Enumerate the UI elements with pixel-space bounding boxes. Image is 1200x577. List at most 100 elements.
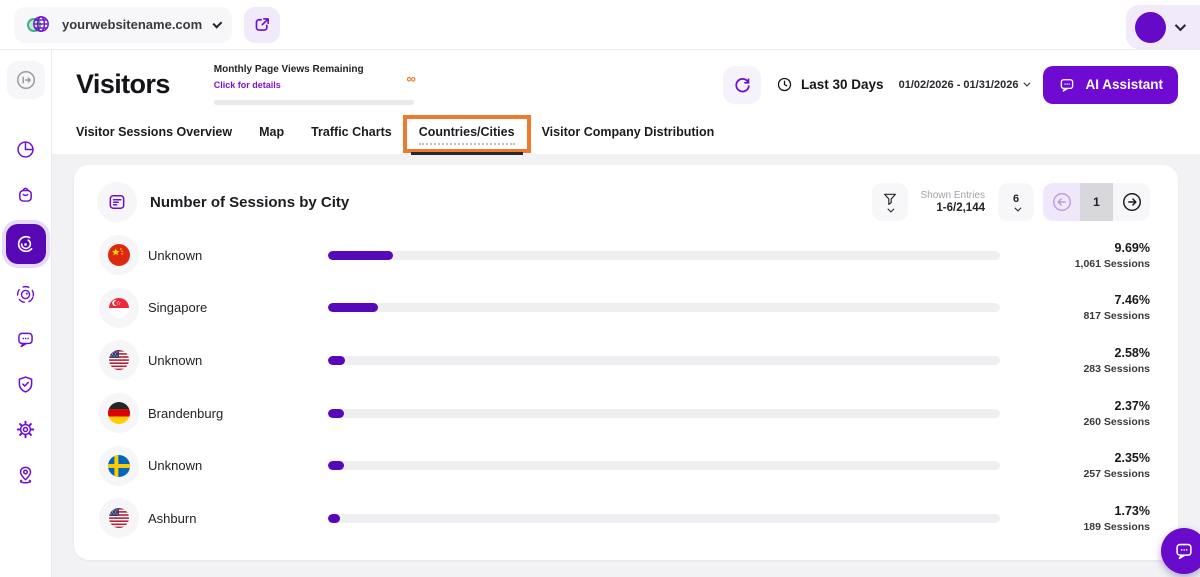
flag-sg-icon — [109, 298, 129, 318]
main-area: Number of Sessions by City Shown Entries… — [52, 154, 1200, 577]
pie-chart-icon — [15, 139, 36, 160]
sidebar-item-conversions[interactable] — [7, 175, 45, 213]
tab-map[interactable]: Map — [259, 125, 284, 154]
table-row[interactable]: Unknown 9.69% 1,061 Sessions — [97, 229, 1150, 282]
gear-icon — [15, 419, 36, 440]
card-icon-chip — [97, 182, 137, 222]
city-bar-track — [328, 461, 1000, 470]
shown-entries: Shown Entries 1-6/2,144 — [921, 190, 985, 214]
flag-cn-icon — [108, 244, 130, 266]
city-bar-fill — [328, 303, 378, 312]
sidebar-collapse-button[interactable] — [7, 61, 45, 99]
row-stats: 2.58% 283 Sessions — [1000, 346, 1150, 375]
mpv-label: Monthly Page Views Remaining — [214, 64, 426, 75]
city-label: Unknown — [148, 353, 328, 368]
city-rows: Unknown 9.69% 1,061 Sessions Singapore 7… — [97, 229, 1150, 545]
flag-chip — [99, 446, 139, 486]
city-bar-track — [328, 356, 1000, 365]
city-bar-fill — [328, 514, 340, 523]
table-row[interactable]: Singapore 7.46% 817 Sessions — [97, 282, 1150, 335]
tab-traffic-charts[interactable]: Traffic Charts — [311, 125, 392, 154]
row-percent: 2.35% — [1000, 451, 1150, 465]
next-page-button[interactable] — [1113, 183, 1150, 221]
support-chat-icon — [1173, 540, 1195, 562]
page-title: Visitors — [76, 69, 170, 100]
page-size-value: 6 — [1013, 193, 1019, 205]
flag-chip — [99, 498, 139, 538]
open-website-button[interactable] — [244, 7, 280, 43]
row-percent: 9.69% — [1000, 241, 1150, 255]
table-row[interactable]: Brandenburg 2.37% 260 Sessions — [97, 387, 1150, 440]
current-page[interactable]: 1 — [1080, 183, 1113, 221]
radar-icon — [15, 233, 37, 255]
refresh-icon — [732, 74, 753, 95]
flag-se-icon — [108, 455, 130, 477]
sidebar-item-privacy[interactable] — [7, 365, 45, 403]
date-range-value: 01/02/2026 - 01/31/2026 — [899, 79, 1019, 91]
avatar — [1135, 12, 1166, 43]
previous-page-button[interactable] — [1043, 183, 1080, 221]
collapse-sidebar-icon — [15, 69, 37, 91]
flag-chip — [99, 393, 139, 433]
row-stats: 9.69% 1,061 Sessions — [1000, 241, 1150, 270]
flag-chip — [99, 288, 139, 328]
sidebar — [0, 50, 52, 577]
chat-bubble-icon — [15, 329, 36, 350]
shown-entries-value: 1-6/2,144 — [921, 202, 985, 214]
row-sessions: 260 Sessions — [1000, 416, 1150, 428]
ai-assistant-label: AI Assistant — [1085, 77, 1163, 92]
date-range-picker[interactable]: 01/02/2026 - 01/31/2026 — [899, 79, 1029, 91]
row-sessions: 283 Sessions — [1000, 363, 1150, 375]
city-bar-track — [328, 303, 1000, 312]
date-chevron-down-icon — [1024, 80, 1031, 87]
row-percent: 2.37% — [1000, 399, 1150, 413]
flag-de-icon — [108, 402, 130, 424]
city-label: Brandenburg — [148, 406, 328, 421]
row-stats: 1.73% 189 Sessions — [1000, 504, 1150, 533]
row-sessions: 189 Sessions — [1000, 521, 1150, 533]
ai-chat-icon — [1058, 76, 1076, 94]
row-percent: 1.73% — [1000, 504, 1150, 518]
sidebar-item-feedback[interactable] — [7, 320, 45, 358]
city-bar-fill — [328, 356, 345, 365]
city-bar-track — [328, 409, 1000, 418]
website-globe-icon — [27, 14, 51, 36]
table-row[interactable]: Ashburn 1.73% 189 Sessions — [97, 492, 1150, 545]
sidebar-item-session-recordings[interactable] — [7, 275, 45, 313]
card-title: Number of Sessions by City — [150, 194, 349, 211]
support-chat-launcher[interactable] — [1161, 528, 1200, 574]
location-pin-icon — [15, 464, 36, 485]
page-size-select[interactable]: 6 — [998, 183, 1034, 221]
page-size-chevron-down-icon — [1014, 204, 1021, 211]
tab-countries-cities[interactable]: Countries/Cities — [419, 125, 515, 154]
row-sessions: 1,061 Sessions — [1000, 258, 1150, 270]
sidebar-item-settings[interactable] — [7, 410, 45, 448]
sidebar-item-location[interactable] — [7, 455, 45, 493]
filter-button[interactable] — [872, 183, 908, 221]
ai-assistant-button[interactable]: AI Assistant — [1043, 66, 1178, 104]
table-row[interactable]: Unknown 2.35% 257 Sessions — [97, 439, 1150, 492]
refresh-button[interactable] — [723, 66, 761, 104]
row-percent: 2.58% — [1000, 346, 1150, 360]
clock-icon — [776, 76, 793, 93]
table-row[interactable]: Unknown 2.58% 283 Sessions — [97, 334, 1150, 387]
row-stats: 7.46% 817 Sessions — [1000, 293, 1150, 322]
filter-funnel-icon — [882, 192, 898, 206]
external-link-icon — [253, 15, 272, 34]
date-range-preset[interactable]: Last 30 Days — [776, 76, 884, 93]
tab-visitor-company-distribution[interactable]: Visitor Company Distribution — [542, 125, 715, 154]
row-sessions: 257 Sessions — [1000, 468, 1150, 480]
account-menu[interactable] — [1126, 5, 1200, 49]
tab-visitor-sessions-overview[interactable]: Visitor Sessions Overview — [76, 125, 232, 154]
row-stats: 2.35% 257 Sessions — [1000, 451, 1150, 480]
sidebar-item-visitors[interactable] — [6, 224, 46, 264]
focus-icon — [15, 284, 36, 305]
report-icon — [107, 192, 127, 212]
row-sessions: 817 Sessions — [1000, 310, 1150, 322]
mpv-details-link[interactable]: Click for details — [214, 80, 281, 90]
sidebar-item-dashboard[interactable] — [7, 130, 45, 168]
top-bar: yourwebsitename.com — [0, 0, 1200, 50]
website-selector[interactable]: yourwebsitename.com — [14, 7, 232, 43]
shield-check-icon — [15, 374, 36, 395]
city-bar-track — [328, 251, 1000, 260]
